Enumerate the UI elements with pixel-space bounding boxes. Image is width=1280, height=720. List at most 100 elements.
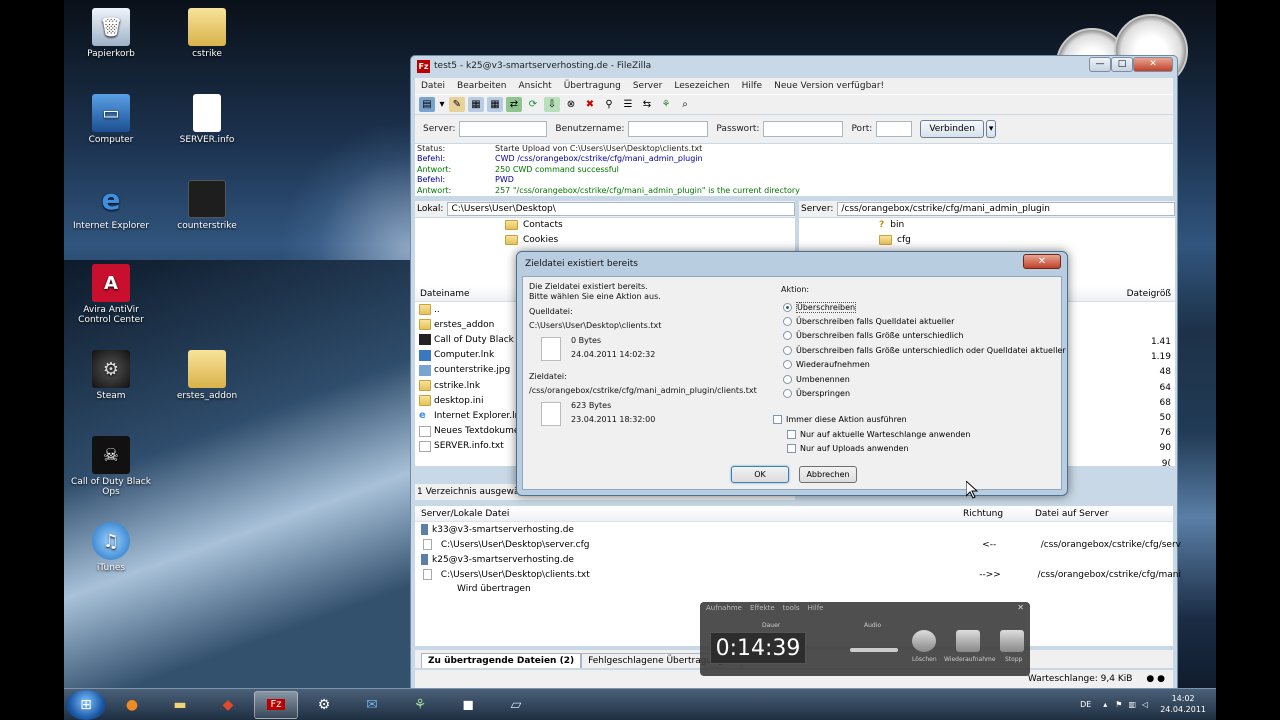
taskbar-steam[interactable]: ⚙	[302, 691, 346, 719]
queue-server-row[interactable]: k25@v3-smartserverhosting.de	[421, 554, 574, 565]
queue-file-row[interactable]: C:\Users\User\Desktop\server.cfg <--/css/…	[421, 539, 1181, 550]
tree-item-contacts[interactable]: Contacts	[505, 220, 563, 230]
queue-col-remote[interactable]: Datei auf Server	[1035, 509, 1109, 519]
queue-file-row[interactable]: C:\Users\User\Desktop\clients.txt -->>/cs…	[421, 569, 1181, 580]
taskbar-document[interactable]: ▱	[494, 691, 538, 719]
desktop-icon-erstes-addon[interactable]: erstes_addon	[162, 350, 252, 401]
maximize-button[interactable]: □	[1111, 57, 1133, 72]
dropdown-arrow-icon[interactable]: ▾	[438, 97, 446, 112]
checkbox-icon	[787, 430, 796, 439]
taskbar-explorer[interactable]: ▬	[158, 691, 202, 719]
connect-dropdown-button[interactable]: ▾	[985, 120, 997, 138]
resume-recording-button[interactable]	[956, 630, 980, 652]
desktop-icon-server-info[interactable]: SERVER.info	[162, 94, 252, 145]
delete-recording-button[interactable]	[912, 630, 936, 652]
radio-overwrite-if-size-differs[interactable]: Überschreiben falls Größe unterschiedlic…	[783, 331, 964, 340]
menu-datei[interactable]: Datei	[421, 81, 445, 91]
site-manager-icon[interactable]: ▤	[419, 97, 435, 112]
checkbox-queue-only[interactable]: Nur auf aktuelle Warteschlange anwenden	[787, 430, 970, 439]
dialog-close-button[interactable]: ✕	[1023, 254, 1061, 269]
stop-recording-button[interactable]	[1000, 630, 1024, 652]
cancel-button[interactable]: Abbrechen	[799, 466, 857, 483]
desktop-icon-internet-explorer[interactable]: e Internet Explorer	[66, 180, 156, 232]
desktop-icon-avira[interactable]: A Avira AntiVir Control Center	[66, 264, 156, 325]
radio-resume[interactable]: Wiederaufnehmen	[783, 360, 870, 369]
clock[interactable]: 14:02 24.04.2011	[1160, 693, 1206, 715]
menu-bearbeiten[interactable]: Bearbeiten	[457, 81, 506, 91]
desktop-icon-black-ops[interactable]: ☠ Call of Duty Black Ops	[66, 436, 156, 497]
desktop-icon-cstrike[interactable]: cstrike	[162, 8, 252, 59]
taskbar-network[interactable]: ⚘	[398, 691, 442, 719]
search-icon[interactable]: ⌕	[677, 97, 693, 112]
toggle-sync-browsing-icon[interactable]: ⇆	[639, 97, 655, 112]
username-input[interactable]	[628, 121, 709, 137]
desktop-icon-counterstrike[interactable]: counterstrike	[162, 180, 252, 231]
menu-update[interactable]: Neue Version verfügbar!	[774, 81, 884, 91]
toggle-tree-icon[interactable]: ▦	[468, 97, 484, 112]
compare-icon[interactable]: ⚘	[658, 97, 674, 112]
disconnect-icon[interactable]: ✖	[582, 97, 598, 112]
tree-item-cfg[interactable]: cfg	[879, 235, 911, 245]
screen-recorder-panel[interactable]: Aufnahme Effekte tools Hilfe ✕ Dauer 0:1…	[700, 602, 1030, 676]
local-path-input[interactable]: C:\Users\User\Desktop\	[447, 202, 795, 216]
server-input[interactable]	[459, 121, 548, 137]
message-log[interactable]: Status: Starte Upload von C:\Users\User\D…	[415, 144, 1173, 196]
radio-overwrite[interactable]: Überschreiben	[783, 302, 857, 313]
start-button[interactable]: ⊞	[66, 689, 106, 720]
cancel-operation-icon[interactable]: ⊗	[563, 97, 579, 112]
recorder-menu-hilfe[interactable]: Hilfe	[808, 604, 824, 612]
close-button[interactable]: ✕	[1133, 57, 1173, 72]
queue-col-file[interactable]: Server/Lokale Datei	[421, 509, 963, 519]
window-titlebar[interactable]: Fz test5 - k25@v3-smartserverhosting.de …	[411, 56, 1177, 76]
menu-uebertragung[interactable]: Übertragung	[564, 81, 621, 91]
toggle-queue-icon[interactable]: ⇄	[506, 97, 522, 112]
recorder-menu-effekte[interactable]: Effekte	[750, 604, 775, 612]
tree-item-cookies[interactable]: Cookies	[505, 235, 558, 245]
tray-volume-icon[interactable]: ◁	[1142, 700, 1148, 709]
queue-col-direction[interactable]: Richtung	[963, 509, 1035, 519]
reconnect-icon[interactable]: ⚲	[601, 97, 617, 112]
tray-arrow-icon[interactable]: ▴	[1103, 700, 1107, 709]
menu-server[interactable]: Server	[633, 81, 663, 91]
queue-server-row[interactable]: k33@v3-smartserverhosting.de	[421, 524, 574, 535]
desktop-icon-papierkorb[interactable]: 🗑 Papierkorb	[66, 8, 156, 59]
taskbar-recorder[interactable]: ◼	[446, 691, 490, 719]
radio-rename[interactable]: Umbenennen	[783, 375, 850, 384]
radio-skip[interactable]: Überspringen	[783, 389, 850, 398]
menu-lesezeichen[interactable]: Lesezeichen	[674, 81, 729, 91]
radio-overwrite-if-size-or-newer[interactable]: Überschreiben falls Größe unterschiedlic…	[783, 346, 1066, 355]
radio-overwrite-if-newer[interactable]: Überschreiben falls Quelldatei aktueller	[783, 317, 954, 326]
desktop-icon-steam[interactable]: ⚙ Steam	[66, 350, 156, 401]
recorder-menu-aufnahme[interactable]: Aufnahme	[706, 604, 742, 612]
process-queue-icon[interactable]: ⇩	[544, 97, 560, 112]
taskbar-filezilla[interactable]: Fz	[254, 690, 298, 719]
remote-path-input[interactable]: /css/orangebox/cstrike/cfg/mani_admin_pl…	[837, 202, 1175, 216]
taskbar-firefox[interactable]: ●	[110, 691, 154, 719]
file-exists-dialog[interactable]: Zieldatei existiert bereits ✕ Die Zielda…	[516, 251, 1068, 496]
password-input[interactable]	[763, 121, 844, 137]
tray-network-icon[interactable]: ▥	[1128, 700, 1136, 709]
tray-flag-icon[interactable]: ⚑	[1115, 700, 1122, 709]
tree-item-bin[interactable]: ? bin	[879, 220, 904, 230]
taskbar-app[interactable]: ◆	[206, 691, 250, 719]
language-indicator[interactable]: DE	[1080, 700, 1091, 709]
connect-button[interactable]: Verbinden	[920, 120, 984, 138]
checkbox-uploads-only[interactable]: Nur auf Uploads anwenden	[787, 444, 909, 453]
recorder-close-button[interactable]: ✕	[1017, 603, 1024, 612]
minimize-button[interactable]: —	[1089, 57, 1111, 72]
audio-level-slider[interactable]	[850, 648, 898, 652]
port-input[interactable]	[876, 121, 913, 137]
desktop-icon-computer[interactable]: ▭ Computer	[66, 94, 156, 145]
directory-listing-filters-icon[interactable]: ☰	[620, 97, 636, 112]
ok-button[interactable]: OK	[731, 466, 789, 483]
toggle-log-icon[interactable]: ✎	[449, 97, 465, 112]
refresh-icon[interactable]: ⟳	[525, 97, 541, 112]
taskbar-messenger[interactable]: ✉	[350, 691, 394, 719]
checkbox-always-apply[interactable]: Immer diese Aktion ausführen	[773, 415, 907, 424]
tab-queued-files[interactable]: Zu übertragende Dateien (2)	[421, 653, 582, 668]
menu-hilfe[interactable]: Hilfe	[742, 81, 762, 91]
toggle-remote-tree-icon[interactable]: ▦	[487, 97, 503, 112]
recorder-menu-tools[interactable]: tools	[783, 604, 800, 612]
menu-ansicht[interactable]: Ansicht	[518, 81, 551, 91]
desktop-icon-itunes[interactable]: ♫ iTunes	[66, 522, 156, 573]
